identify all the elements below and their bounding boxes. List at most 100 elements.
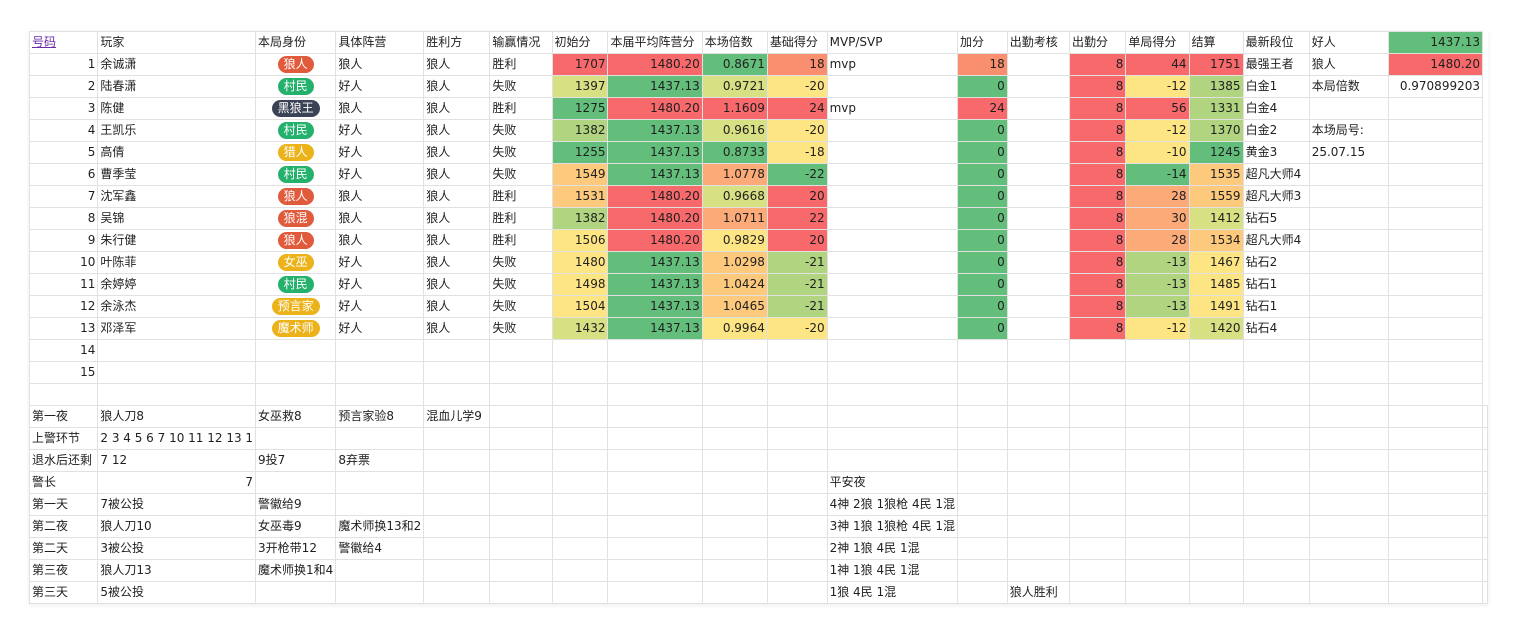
base-score-cell[interactable]: 24	[766, 97, 828, 120]
rank-cell[interactable]: 白金1	[1242, 75, 1310, 98]
avg-camp-score-cell[interactable]: 1437.13	[607, 295, 703, 318]
settlement-cell[interactable]: 1370	[1188, 119, 1244, 142]
log-outcome-cell[interactable]	[1006, 493, 1070, 516]
header-cell[interactable]: 本场倍数	[701, 31, 768, 54]
multiplier-cell[interactable]: 0.9829	[701, 229, 768, 252]
empty-cell[interactable]	[489, 449, 553, 472]
rank-cell[interactable]: 超凡大师4	[1242, 229, 1310, 252]
empty-cell[interactable]	[1388, 515, 1483, 538]
initial-score-cell[interactable]: 1498	[551, 273, 609, 296]
number-cell[interactable]: 14	[28, 339, 99, 362]
initial-score-cell[interactable]: 1531	[551, 185, 609, 208]
empty-cell[interactable]	[1006, 361, 1070, 384]
log-label-cell[interactable]: 退水后还剩	[28, 449, 99, 472]
initial-score-cell[interactable]: 1707	[551, 53, 609, 76]
attendance-score-cell[interactable]: 8	[1068, 317, 1127, 340]
attendance-check-cell[interactable]	[1006, 53, 1070, 76]
player-cell[interactable]: 余泳杰	[97, 295, 257, 318]
mvp-cell[interactable]	[826, 273, 959, 296]
result-cell[interactable]: 胜利	[489, 53, 553, 76]
empty-cell[interactable]	[1068, 493, 1127, 516]
empty-cell[interactable]	[1188, 581, 1244, 604]
empty-cell[interactable]	[489, 405, 553, 428]
log-label-cell[interactable]: 第三天	[28, 581, 99, 604]
empty-cell[interactable]	[1388, 537, 1483, 560]
rank-cell[interactable]: 钻石1	[1242, 273, 1310, 296]
attendance-check-cell[interactable]	[1006, 207, 1070, 230]
single-score-cell[interactable]: -13	[1125, 295, 1190, 318]
empty-cell[interactable]	[957, 493, 1008, 516]
attendance-score-cell[interactable]: 8	[1068, 229, 1127, 252]
base-score-cell[interactable]: -22	[766, 163, 828, 186]
camp-cell[interactable]: 好人	[335, 317, 425, 340]
avg-camp-score-cell[interactable]: 1480.20	[607, 207, 703, 230]
empty-cell[interactable]	[551, 537, 609, 560]
empty-cell[interactable]	[551, 361, 609, 384]
attendance-check-cell[interactable]	[1006, 119, 1070, 142]
empty-cell[interactable]	[1388, 471, 1483, 494]
empty-cell[interactable]	[1388, 581, 1483, 604]
role-cell[interactable]: 村民	[255, 273, 337, 296]
rank-cell[interactable]: 白金4	[1242, 97, 1310, 120]
multiplier-cell[interactable]: 0.9721	[701, 75, 768, 98]
base-score-cell[interactable]: -21	[766, 273, 828, 296]
result-cell[interactable]: 失败	[489, 141, 553, 164]
empty-cell[interactable]	[489, 339, 553, 362]
empty-cell[interactable]	[1242, 383, 1310, 406]
single-score-cell[interactable]: -12	[1125, 119, 1190, 142]
attendance-check-cell[interactable]	[1006, 229, 1070, 252]
attendance-score-cell[interactable]: 8	[1068, 53, 1127, 76]
log-status-cell[interactable]	[826, 449, 959, 472]
empty-cell[interactable]	[1068, 515, 1127, 538]
log-status-cell[interactable]: 4神 2狼 1狼枪 4民 1混	[826, 493, 959, 516]
log-cell[interactable]: 警徽给9	[255, 493, 337, 516]
camp-cell[interactable]: 好人	[335, 163, 425, 186]
bonus-cell[interactable]: 0	[957, 295, 1008, 318]
empty-cell[interactable]	[1388, 185, 1483, 208]
player-cell[interactable]: 陈健	[97, 97, 257, 120]
empty-cell[interactable]	[551, 581, 609, 604]
player-cell[interactable]: 余诚潇	[97, 53, 257, 76]
empty-cell[interactable]	[1242, 493, 1310, 516]
empty-cell[interactable]	[701, 515, 768, 538]
empty-cell[interactable]	[766, 559, 828, 582]
mvp-cell[interactable]	[826, 119, 959, 142]
camp-cell[interactable]: 好人	[335, 75, 425, 98]
log-cell[interactable]	[335, 581, 425, 604]
result-cell[interactable]: 失败	[489, 317, 553, 340]
player-cell[interactable]: 沈军鑫	[97, 185, 257, 208]
empty-cell[interactable]	[1068, 471, 1127, 494]
winner-cell[interactable]: 狼人	[423, 207, 491, 230]
log-outcome-cell[interactable]	[1006, 515, 1070, 538]
header-cell[interactable]: 最新段位	[1242, 31, 1310, 54]
empty-cell[interactable]	[1388, 229, 1483, 252]
empty-cell[interactable]	[607, 361, 703, 384]
empty-cell[interactable]	[423, 383, 491, 406]
empty-cell[interactable]	[766, 493, 828, 516]
rank-cell[interactable]: 钻石2	[1242, 251, 1310, 274]
log-cell[interactable]: 魔术师换13和2	[335, 515, 425, 538]
empty-cell[interactable]	[1388, 449, 1483, 472]
empty-cell[interactable]	[489, 515, 553, 538]
multiplier-cell[interactable]: 1.0424	[701, 273, 768, 296]
empty-cell[interactable]	[255, 361, 337, 384]
log-cell[interactable]	[335, 427, 425, 450]
empty-cell[interactable]	[1308, 383, 1390, 406]
initial-score-cell[interactable]: 1504	[551, 295, 609, 318]
log-status-cell[interactable]	[826, 405, 959, 428]
empty-cell[interactable]	[551, 559, 609, 582]
avg-camp-score-cell[interactable]: 1480.20	[607, 185, 703, 208]
empty-cell[interactable]	[766, 449, 828, 472]
attendance-check-cell[interactable]	[1006, 317, 1070, 340]
empty-cell[interactable]	[701, 559, 768, 582]
empty-cell[interactable]	[766, 405, 828, 428]
log-cell[interactable]: 9投7	[255, 449, 337, 472]
attendance-check-cell[interactable]	[1006, 251, 1070, 274]
attendance-check-cell[interactable]	[1006, 295, 1070, 318]
camp-cell[interactable]: 好人	[335, 251, 425, 274]
empty-cell[interactable]	[551, 383, 609, 406]
settlement-cell[interactable]: 1751	[1188, 53, 1244, 76]
log-status-cell[interactable]: 3神 1狼 1狼枪 4民 1混	[826, 515, 959, 538]
role-cell[interactable]: 村民	[255, 119, 337, 142]
empty-cell[interactable]	[1308, 163, 1390, 186]
